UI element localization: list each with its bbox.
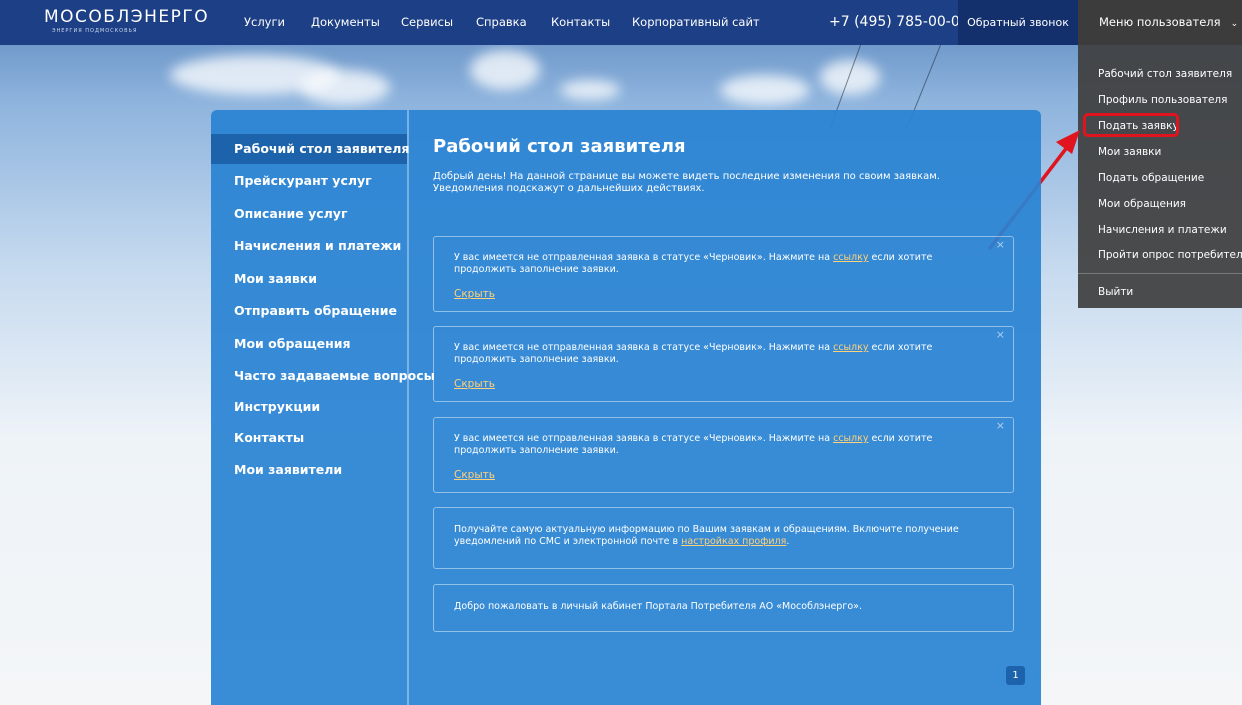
sidebar-item-instructions[interactable]: Инструкции [211, 392, 407, 422]
nav-link-services[interactable]: Услуги [244, 0, 285, 45]
intro-text: Добрый день! На данной странице вы может… [433, 171, 940, 194]
main-panel: Рабочий стол заявителя Прейскурант услуг… [211, 110, 1041, 705]
user-menu-dropdown: Рабочий стол заявителя Профиль пользоват… [1078, 45, 1242, 308]
page-title: Рабочий стол заявителя [433, 136, 686, 157]
draft-notice-card: × У вас имеется не отправленная заявка в… [433, 236, 1014, 312]
hide-link[interactable]: Скрыть [454, 378, 495, 390]
logo-text: МОСОБЛЭНЕРГО [44, 7, 210, 27]
user-menu-item-logout[interactable]: Выйти [1098, 286, 1133, 298]
user-menu-item-my-applications[interactable]: Мои заявки [1098, 146, 1161, 158]
nav-link-documents[interactable]: Документы [311, 0, 380, 45]
user-menu-item-profile[interactable]: Профиль пользователя [1098, 94, 1227, 106]
nav-link-corporate-site[interactable]: Корпоративный сайт [632, 0, 760, 45]
sidebar-item-my-applicants[interactable]: Мои заявители [211, 455, 407, 485]
user-menu-item-my-appeals[interactable]: Мои обращения [1098, 198, 1186, 210]
sidebar-item-charges-payments[interactable]: Начисления и платежи [211, 231, 407, 261]
sidebar-item-faq[interactable]: Часто задаваемые вопросы [211, 361, 435, 391]
user-menu-item-survey[interactable]: Пройти опрос потребителя [1098, 249, 1242, 261]
notice-text: У вас имеется не отправленная заявка в с… [454, 433, 933, 456]
logo-subtitle: энергия подмосковья [52, 28, 138, 34]
hide-link[interactable]: Скрыть [454, 288, 495, 300]
sidebar-item-applicant-desktop[interactable]: Рабочий стол заявителя [211, 134, 409, 164]
draft-notice-card: × У вас имеется не отправленная заявка в… [433, 417, 1014, 493]
close-icon[interactable]: × [996, 329, 1005, 341]
sidebar-item-contacts[interactable]: Контакты [211, 423, 407, 453]
hide-link[interactable]: Скрыть [454, 469, 495, 481]
sidebar-item-send-appeal[interactable]: Отправить обращение [211, 296, 407, 326]
pagination-page-1[interactable]: 1 [1006, 666, 1025, 685]
highlight-box [1083, 113, 1179, 137]
close-icon[interactable]: × [996, 239, 1005, 251]
sidebar-item-price-list[interactable]: Прейскурант услуг [211, 166, 407, 196]
menu-divider [1078, 273, 1242, 274]
sms-notice-text: Получайте самую актуальную информацию по… [454, 524, 959, 547]
user-menu-item-charges-payments[interactable]: Начисления и платежи [1098, 224, 1227, 236]
chevron-down-icon: ⌄ [1230, 19, 1239, 29]
sidebar-item-service-description[interactable]: Описание услуг [211, 199, 407, 229]
nav-link-services-tools[interactable]: Сервисы [401, 0, 453, 45]
welcome-card: Добро пожаловать в личный кабинет Портал… [433, 584, 1014, 632]
draft-link[interactable]: ссылку [833, 342, 868, 353]
close-icon[interactable]: × [996, 420, 1005, 432]
sms-notice-card: Получайте самую актуальную информацию по… [433, 507, 1014, 569]
top-navigation-bar: МОСОБЛЭНЕРГО энергия подмосковья Услуги … [0, 0, 1242, 45]
draft-notice-card: × У вас имеется не отправленная заявка в… [433, 326, 1014, 402]
callback-button[interactable]: Обратный звонок [958, 0, 1078, 45]
nav-link-contacts[interactable]: Контакты [551, 0, 610, 45]
notice-text: У вас имеется не отправленная заявка в с… [454, 342, 933, 365]
phone-number[interactable]: +7 (495) 785-00-00 [829, 0, 969, 45]
sidebar-item-my-appeals[interactable]: Мои обращения [211, 329, 407, 359]
sidebar-item-my-applications[interactable]: Мои заявки [211, 264, 407, 294]
nav-link-help[interactable]: Справка [476, 0, 527, 45]
user-menu-button[interactable]: Меню пользователя ⌄ [1078, 0, 1242, 45]
notice-text: У вас имеется не отправленная заявка в с… [454, 252, 933, 275]
profile-settings-link[interactable]: настройках профиля [681, 536, 786, 547]
user-menu-label: Меню пользователя [1099, 15, 1221, 29]
draft-link[interactable]: ссылку [833, 252, 868, 263]
user-menu-item-desktop[interactable]: Рабочий стол заявителя [1098, 68, 1232, 80]
site-logo[interactable]: МОСОБЛЭНЕРГО энергия подмосковья [44, 8, 209, 34]
sidebar: Рабочий стол заявителя Прейскурант услуг… [211, 110, 435, 705]
user-menu-item-submit-appeal[interactable]: Подать обращение [1098, 172, 1204, 184]
welcome-text: Добро пожаловать в личный кабинет Портал… [454, 601, 862, 612]
draft-link[interactable]: ссылку [833, 433, 868, 444]
